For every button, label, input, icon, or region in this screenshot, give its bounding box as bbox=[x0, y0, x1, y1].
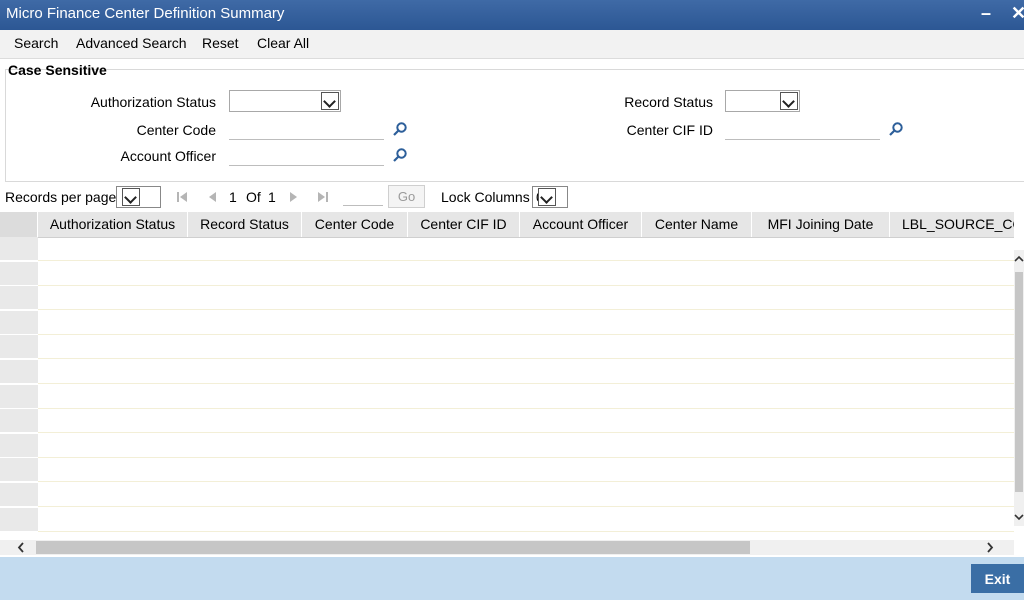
table-row[interactable] bbox=[0, 360, 1014, 384]
first-page-icon[interactable] bbox=[176, 191, 188, 203]
table-row[interactable] bbox=[0, 384, 1014, 409]
center-cif-id-input[interactable] bbox=[725, 119, 880, 140]
column-header[interactable]: MFI Joining Date bbox=[752, 212, 890, 237]
previous-page-icon[interactable] bbox=[206, 191, 218, 203]
total-pages-number: 1 bbox=[268, 189, 276, 205]
table-row[interactable] bbox=[0, 458, 1014, 483]
table-row[interactable] bbox=[0, 261, 1014, 286]
scroll-left-icon[interactable] bbox=[16, 542, 26, 553]
column-header[interactable]: Record Status bbox=[188, 212, 302, 237]
column-header[interactable]: Authorization Status bbox=[38, 212, 188, 237]
search-icon[interactable] bbox=[392, 121, 408, 137]
column-header[interactable]: Center Code bbox=[302, 212, 408, 237]
search-icon[interactable] bbox=[888, 121, 904, 137]
authorization-status-label: Authorization Status bbox=[90, 94, 216, 110]
row-selector[interactable] bbox=[0, 409, 38, 434]
account-officer-input[interactable] bbox=[229, 145, 384, 166]
last-page-icon[interactable] bbox=[317, 191, 329, 203]
table-row[interactable] bbox=[0, 507, 1014, 532]
row-selector[interactable] bbox=[0, 384, 38, 409]
center-code-input[interactable] bbox=[229, 119, 384, 140]
records-per-page-select[interactable]: 15 bbox=[116, 186, 161, 208]
chevron-down-icon[interactable] bbox=[538, 188, 556, 206]
row-selector[interactable] bbox=[0, 483, 38, 507]
table-row[interactable] bbox=[0, 433, 1014, 458]
scroll-down-icon[interactable] bbox=[1014, 512, 1024, 522]
next-page-icon[interactable] bbox=[288, 191, 300, 203]
grid-header: Authorization Status Record Status Cente… bbox=[0, 212, 1014, 238]
row-selector[interactable] bbox=[0, 310, 38, 335]
window-title: Micro Finance Center Definition Summary bbox=[6, 5, 285, 22]
pagination-bar: Records per page 15 1 Of 1 Go Lock Colum… bbox=[0, 184, 1024, 210]
scroll-up-icon[interactable] bbox=[1014, 254, 1024, 264]
scroll-right-icon[interactable] bbox=[985, 542, 995, 553]
row-selector[interactable] bbox=[0, 261, 38, 286]
column-header[interactable]: Account Officer bbox=[520, 212, 642, 237]
close-icon[interactable]: ✕ bbox=[1011, 3, 1024, 24]
of-label: Of bbox=[246, 189, 261, 205]
row-selector[interactable] bbox=[0, 458, 38, 483]
go-button[interactable]: Go bbox=[388, 185, 425, 208]
clear-all-button[interactable]: Clear All bbox=[257, 35, 309, 51]
records-per-page-label: Records per page bbox=[5, 189, 117, 205]
column-header[interactable]: LBL_SOURCE_CO bbox=[890, 212, 1014, 237]
footer-bar bbox=[0, 557, 1024, 600]
results-grid: Authorization Status Record Status Cente… bbox=[0, 212, 1014, 540]
horizontal-scrollbar[interactable] bbox=[0, 540, 1014, 555]
toolbar: Search Advanced Search Reset Clear All bbox=[0, 30, 1024, 59]
current-page-number: 1 bbox=[229, 189, 237, 205]
vertical-scroll-thumb[interactable] bbox=[1015, 272, 1023, 492]
table-row[interactable] bbox=[0, 483, 1014, 507]
row-selector[interactable] bbox=[0, 286, 38, 311]
row-selector[interactable] bbox=[0, 433, 38, 458]
table-row[interactable] bbox=[0, 310, 1014, 335]
search-button[interactable]: Search bbox=[14, 35, 58, 51]
column-header[interactable]: Center Name bbox=[642, 212, 752, 237]
row-selector[interactable] bbox=[0, 237, 38, 261]
row-selector[interactable] bbox=[0, 360, 38, 384]
title-bar: Micro Finance Center Definition Summary … bbox=[0, 0, 1024, 30]
lock-columns-select[interactable]: 0 bbox=[532, 186, 568, 208]
authorization-status-select[interactable] bbox=[229, 90, 341, 112]
table-row[interactable] bbox=[0, 237, 1014, 261]
page-number-input[interactable] bbox=[343, 187, 383, 206]
table-row[interactable] bbox=[0, 335, 1014, 360]
account-officer-label: Account Officer bbox=[120, 148, 216, 164]
center-code-label: Center Code bbox=[136, 122, 216, 138]
reset-button[interactable]: Reset bbox=[202, 35, 239, 51]
record-status-select[interactable] bbox=[725, 90, 800, 112]
search-icon[interactable] bbox=[392, 147, 408, 163]
exit-button[interactable]: Exit bbox=[971, 564, 1024, 593]
horizontal-scroll-thumb[interactable] bbox=[36, 541, 750, 554]
row-selector[interactable] bbox=[0, 507, 38, 532]
chevron-down-icon[interactable] bbox=[780, 92, 798, 110]
record-status-label: Record Status bbox=[624, 94, 713, 110]
minimize-icon[interactable]: – bbox=[981, 3, 991, 24]
select-all-header[interactable] bbox=[0, 212, 38, 237]
center-cif-id-label: Center CIF ID bbox=[626, 122, 713, 138]
chevron-down-icon[interactable] bbox=[321, 92, 339, 110]
case-sensitive-title: Case Sensitive bbox=[8, 62, 107, 78]
lock-columns-label: Lock Columns bbox=[441, 189, 530, 205]
column-header[interactable]: Center CIF ID bbox=[408, 212, 520, 237]
table-row[interactable] bbox=[0, 286, 1014, 311]
chevron-down-icon[interactable] bbox=[122, 188, 140, 206]
row-selector[interactable] bbox=[0, 335, 38, 360]
advanced-search-button[interactable]: Advanced Search bbox=[76, 35, 187, 51]
vertical-scrollbar[interactable] bbox=[1014, 250, 1024, 526]
table-row[interactable] bbox=[0, 409, 1014, 434]
